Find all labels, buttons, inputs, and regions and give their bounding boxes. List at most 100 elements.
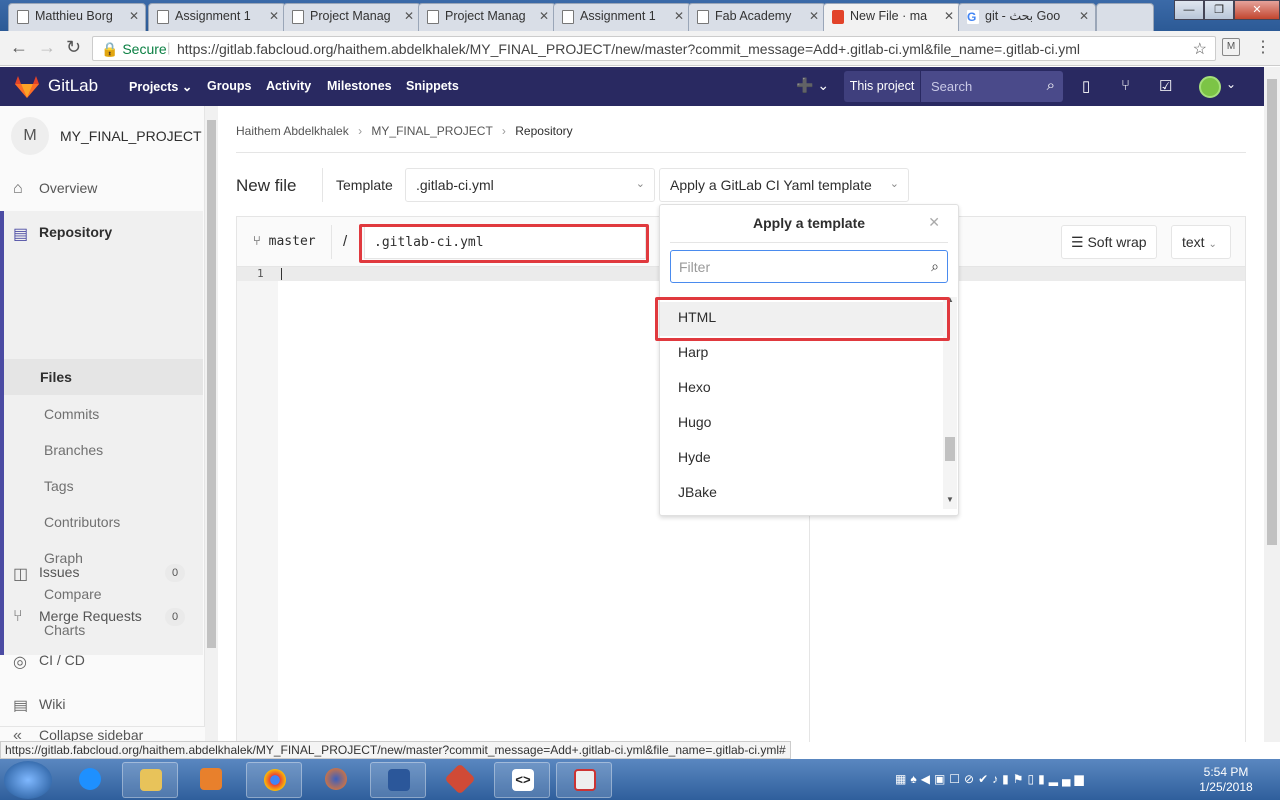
extension-icon[interactable]: M bbox=[1222, 38, 1240, 56]
user-avatar[interactable] bbox=[1199, 76, 1221, 98]
close-tab-icon[interactable]: ✕ bbox=[129, 4, 139, 29]
nav-groups[interactable]: Groups bbox=[207, 79, 251, 93]
sidebar-item-charts[interactable]: Charts bbox=[44, 622, 85, 638]
chevron-down-icon: ⌄ bbox=[181, 80, 193, 94]
restore-icon[interactable]: ❐ bbox=[1204, 0, 1234, 20]
window-controls: — ❐ ✕ bbox=[1174, 0, 1280, 22]
project-name[interactable]: MY_FINAL_PROJECT bbox=[60, 128, 202, 144]
taskbar-chrome[interactable] bbox=[246, 762, 302, 798]
apply-template-dropdown[interactable]: Apply a GitLab CI Yaml template ⌄ bbox=[659, 168, 909, 202]
collapse-sidebar-button[interactable]: «Collapse sidebar bbox=[0, 726, 205, 744]
template-option-jbake[interactable]: JBake bbox=[678, 484, 717, 500]
minimize-icon[interactable]: — bbox=[1174, 0, 1204, 20]
browser-tab-active[interactable]: New File · ma ✕ bbox=[823, 3, 961, 32]
sidebar-item-files[interactable]: Files bbox=[4, 359, 203, 395]
close-tab-icon[interactable]: ✕ bbox=[944, 4, 954, 29]
browser-tab[interactable]: Fab Academy ✕ bbox=[688, 3, 826, 31]
editor-mode-select[interactable]: text ⌄ bbox=[1171, 225, 1231, 259]
chevron-down-icon[interactable]: ⌄ bbox=[1226, 77, 1236, 91]
bookmark-star-icon[interactable]: ☆ bbox=[1193, 39, 1207, 59]
search-scope-this-project[interactable]: This project bbox=[844, 71, 920, 102]
scrollbar-thumb[interactable] bbox=[1267, 79, 1277, 545]
breadcrumb-current[interactable]: Repository bbox=[515, 124, 572, 138]
taskbar-ie[interactable] bbox=[62, 762, 118, 798]
taskbar-snipping[interactable] bbox=[556, 762, 612, 798]
sidebar-scrollbar[interactable] bbox=[205, 106, 218, 742]
breadcrumb-project[interactable]: MY_FINAL_PROJECT bbox=[371, 124, 492, 138]
sidebar-item-branches[interactable]: Branches bbox=[44, 442, 103, 458]
taskbar-media[interactable] bbox=[183, 762, 239, 798]
project-sidebar: M MY_FINAL_PROJECT ⌂ Overview ▤ Repository… bbox=[0, 106, 205, 744]
chevron-down-icon: ⌄ bbox=[889, 178, 899, 190]
close-tab-icon[interactable]: ✕ bbox=[674, 4, 684, 29]
close-tab-icon[interactable]: ✕ bbox=[269, 4, 279, 29]
project-avatar[interactable]: M bbox=[11, 117, 49, 155]
taskbar-code-editor[interactable]: <> bbox=[494, 762, 550, 798]
sidebar-toggle-icon[interactable]: ▯ bbox=[1082, 77, 1090, 95]
branch-icon: ⑂ bbox=[253, 234, 261, 249]
browser-tab[interactable]: Project Manag ✕ bbox=[418, 3, 556, 31]
sidebar-item-wiki[interactable]: ▤ Wiki bbox=[0, 696, 205, 712]
browser-tab[interactable]: Matthieu Borg ✕ bbox=[8, 3, 146, 31]
todo-check-icon[interactable]: ☑ bbox=[1159, 77, 1172, 95]
nav-activity[interactable]: Activity bbox=[266, 79, 311, 93]
soft-wrap-button[interactable]: ☰ Soft wrap bbox=[1061, 225, 1157, 259]
template-option-harp[interactable]: Harp bbox=[678, 344, 708, 360]
template-filter-input[interactable]: Filter ⌕ bbox=[670, 250, 948, 283]
lock-icon: 🔒 bbox=[101, 41, 119, 57]
browser-tab[interactable]: Project Manag ✕ bbox=[283, 3, 421, 31]
home-icon: ⌂ bbox=[13, 180, 23, 197]
close-tab-icon[interactable]: ✕ bbox=[404, 4, 414, 29]
merge-request-icon[interactable]: ⑂ bbox=[1121, 77, 1130, 94]
close-tab-icon[interactable]: ✕ bbox=[809, 4, 819, 29]
template-option-hugo[interactable]: Hugo bbox=[678, 414, 711, 430]
search-input[interactable]: Search ⌕ bbox=[921, 71, 1063, 102]
gitlab-header: GitLab Projects ⌄ Groups Activity Milest… bbox=[0, 67, 1264, 106]
taskbar-word[interactable] bbox=[370, 762, 426, 798]
template-option-hyde[interactable]: Hyde bbox=[678, 449, 711, 465]
windows-start-button[interactable] bbox=[4, 761, 52, 799]
nav-snippets[interactable]: Snippets bbox=[406, 79, 459, 93]
url-field[interactable]: 🔒 Secure | https://gitlab.fabcloud.org/h… bbox=[92, 36, 1216, 61]
scrollbar-thumb[interactable] bbox=[945, 437, 955, 461]
reload-icon[interactable]: ↻ bbox=[66, 37, 81, 58]
forward-icon[interactable]: → bbox=[38, 37, 56, 58]
nav-milestones[interactable]: Milestones bbox=[327, 79, 392, 93]
close-tab-icon[interactable]: ✕ bbox=[539, 4, 549, 29]
scroll-down-icon[interactable]: ▼ bbox=[946, 495, 954, 504]
taskbar-clock[interactable]: 5:54 PM 1/25/2018 bbox=[1196, 765, 1256, 795]
sidebar-item-tags[interactable]: Tags bbox=[44, 478, 74, 494]
sidebar-item-contributors[interactable]: Contributors bbox=[44, 514, 120, 530]
sidebar-item-commits[interactable]: Commits bbox=[44, 406, 99, 422]
browser-tab[interactable]: Ggit - بحث Goo ✕ bbox=[958, 3, 1096, 31]
close-tab-icon[interactable]: ✕ bbox=[1079, 4, 1089, 29]
chevron-down-icon: ⌄ bbox=[635, 178, 645, 190]
breadcrumb-user[interactable]: Haithem Abdelkhalek bbox=[236, 124, 349, 138]
new-dropdown-button[interactable]: ➕ ⌄ bbox=[796, 77, 829, 94]
close-icon[interactable]: ✕ bbox=[928, 214, 940, 231]
gitlab-logo-icon[interactable] bbox=[14, 75, 40, 99]
new-tab-button[interactable] bbox=[1096, 3, 1154, 31]
taskbar-explorer[interactable] bbox=[122, 762, 178, 798]
close-window-icon[interactable]: ✕ bbox=[1234, 0, 1280, 20]
system-tray[interactable]: ▦♠◀▣☐⊘✔♪▮⚑▯▮▂▄▆ bbox=[895, 772, 1088, 786]
template-type-select[interactable]: .gitlab-ci.yml ⌄ bbox=[405, 168, 655, 202]
scrollbar-thumb[interactable] bbox=[207, 120, 216, 648]
browser-menu-icon[interactable]: ⋮ bbox=[1255, 37, 1271, 57]
chevron-down-icon: ⌄ bbox=[1208, 239, 1217, 250]
gitlab-brand[interactable]: GitLab bbox=[48, 76, 98, 96]
page-scrollbar[interactable] bbox=[1264, 67, 1280, 742]
sidebar-repository-section: ▤ Repository Files Commits Branches Tags … bbox=[0, 211, 203, 655]
rocket-icon: ◎ bbox=[13, 654, 27, 671]
chevron-down-icon: ⌄ bbox=[817, 77, 830, 93]
back-icon[interactable]: ← bbox=[10, 37, 28, 58]
taskbar-app[interactable] bbox=[432, 762, 488, 798]
search-icon: ⌕ bbox=[931, 258, 939, 274]
sidebar-item-compare[interactable]: Compare bbox=[44, 586, 102, 602]
nav-projects[interactable]: Projects ⌄ bbox=[129, 79, 192, 94]
template-option-hexo[interactable]: Hexo bbox=[678, 379, 711, 395]
browser-tab[interactable]: Assignment 1 ✕ bbox=[553, 3, 691, 31]
secure-indicator[interactable]: 🔒 Secure bbox=[101, 41, 167, 58]
taskbar-firefox[interactable] bbox=[308, 762, 364, 798]
browser-tab[interactable]: Assignment 1 ✕ bbox=[148, 3, 286, 31]
